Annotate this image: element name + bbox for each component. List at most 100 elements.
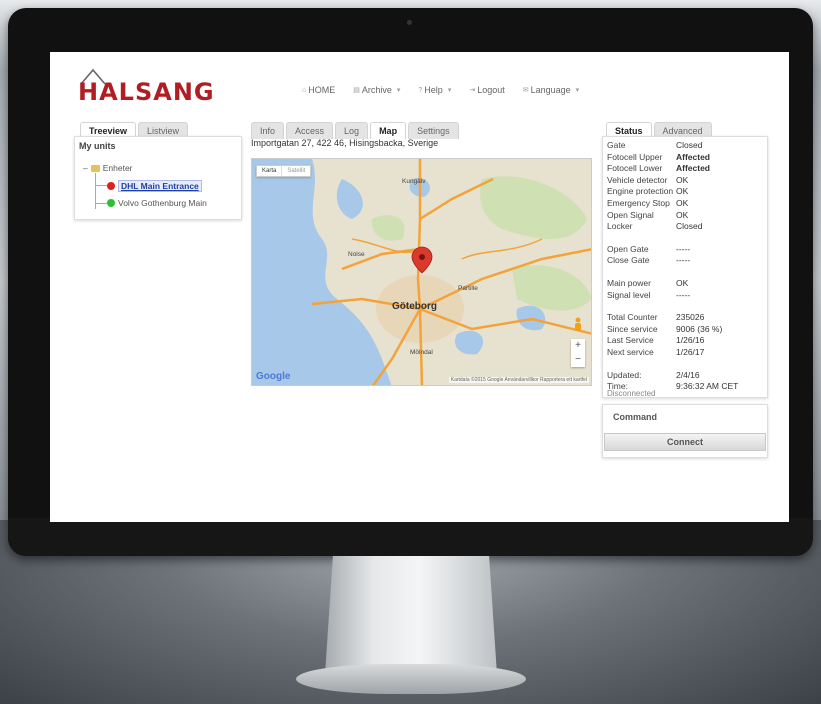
status-value: 235026 [676, 312, 705, 323]
monitor-stand [325, 556, 497, 668]
status-row: Vehicle detector OK [607, 175, 767, 185]
status-key: Since service [607, 323, 658, 334]
status-row: Fotocell Lower Affected [607, 163, 767, 173]
nav-archive[interactable]: ▤ Archive ▾ [353, 85, 400, 95]
status-value: ----- [676, 243, 691, 254]
zoom-in-button[interactable]: + [571, 339, 585, 353]
center-tab-settings[interactable]: Settings [408, 122, 459, 139]
map-place-label: Nolse [348, 251, 365, 258]
status-key: Locker [607, 221, 633, 232]
tree-unit-dhl-main-entrance[interactable]: DHL Main Entrance [107, 180, 202, 192]
center-tab-access[interactable]: Access [286, 122, 334, 139]
map-copyright[interactable]: Kartdata ©2015 Google Användarvillkor Ra… [448, 377, 589, 383]
map-place-label: Kungälv [402, 178, 426, 185]
center-tab-info[interactable]: Info [251, 122, 285, 139]
monitor-chin [8, 518, 813, 556]
status-key: Main power [607, 278, 651, 288]
help-icon: ? [418, 86, 423, 94]
nav-help[interactable]: ? Help ▾ [418, 85, 451, 95]
status-panel: Disconnected Gate Closed Fotocell Upper Aff… [602, 136, 768, 398]
status-value: 1/26/16 [676, 335, 705, 346]
unit-label: DHL Main Entrance [118, 180, 202, 192]
nav-label: Logout [477, 85, 505, 95]
status-value: ----- [676, 255, 691, 266]
street-view-icon[interactable] [573, 317, 583, 333]
nav-label: Language [530, 85, 571, 95]
map-view[interactable]: Göteborg Kungälv Nolse Mölndal Partille … [251, 158, 592, 386]
status-value: ----- [676, 289, 691, 300]
collapse-toggle[interactable]: – [83, 163, 88, 173]
status-value: 2/4/16 [676, 369, 700, 380]
language-icon: ✉ [522, 87, 529, 94]
status-key: Gate [607, 140, 626, 150]
status-value: 9:36:32 AM CET [676, 381, 739, 392]
archive-icon: ▤ [353, 87, 360, 94]
nav-label: Archive [361, 85, 392, 95]
status-value: Affected [676, 163, 711, 174]
status-key: Time: [607, 381, 628, 392]
tree-connector [95, 185, 107, 186]
zoom-out-button[interactable]: − [571, 353, 585, 367]
status-row: Open Gate ----- [607, 244, 767, 254]
my-units-heading: My units [79, 141, 116, 151]
status-value: 1/26/17 [676, 347, 705, 357]
tree-unit-volvo-gothenburg-main[interactable]: Volvo Gothenburg Main [107, 198, 207, 208]
status-row: Emergency Stop OK [607, 198, 767, 208]
main-nav: ⌂ HOME ▤ Archive ▾? Help ▾ ⇥ Logout ✉ Language ▾ [302, 85, 579, 95]
nav-home[interactable]: ⌂ HOME [302, 85, 335, 95]
status-value: OK [676, 174, 689, 185]
status-value: 9006 (36 %) [676, 323, 723, 334]
status-row: Fotocell Upper Affected [607, 152, 767, 162]
center-tab-map[interactable]: Map [370, 122, 407, 139]
status-key: Vehicle detector [607, 174, 668, 185]
status-key: Engine protection [607, 186, 674, 197]
center-tabs: Info Access Log Map Settings [251, 122, 459, 139]
map-type-toggle[interactable]: Karta Satellit [256, 165, 312, 177]
status-row: Updated: 2/4/16 [607, 370, 767, 380]
status-row: Engine protection OK [607, 186, 767, 196]
folder-icon [90, 164, 100, 172]
unit-label: Volvo Gothenburg Main [118, 198, 207, 208]
status-row: Open Signal OK [607, 210, 767, 220]
map-place-label: Partille [458, 285, 478, 292]
status-row: Locker Closed [607, 221, 767, 231]
status-key: Open Signal [607, 209, 654, 220]
nav-label: Help [424, 85, 443, 95]
status-row: Close Gate ----- [607, 255, 767, 265]
status-key: Updated: [607, 369, 642, 380]
status-key: Total Counter [607, 312, 658, 323]
chevron-down-icon: ▾ [447, 87, 452, 94]
tree-root[interactable]: – Enheter [83, 163, 133, 173]
status-key: Last Service [607, 335, 654, 346]
monitor-stand-base [296, 664, 526, 694]
status-row: Next service 1/26/17 [607, 347, 767, 357]
status-key: Emergency Stop [607, 198, 670, 208]
map-place-label: Mölndal [410, 349, 433, 356]
brand-name: HALSANG [78, 78, 215, 106]
status-key: Next service [607, 347, 654, 357]
center-tab-log[interactable]: Log [335, 122, 369, 139]
status-row: Signal level ----- [607, 290, 767, 300]
command-panel: Command Connect [602, 404, 768, 458]
status-value: OK [676, 186, 689, 197]
status-value: OK [676, 198, 689, 208]
status-key: Fotocell Lower [607, 163, 663, 174]
status-key: Open Gate [607, 243, 649, 254]
nav-language[interactable]: ✉ Language ▾ [523, 85, 579, 95]
google-logo[interactable]: Google [256, 371, 290, 382]
status-key: Close Gate [607, 255, 650, 266]
status-value: OK [676, 209, 689, 220]
unit-tree-panel: My units – Enheter DHL Main Entrance Vol… [74, 136, 242, 220]
nav-logout[interactable]: ⇥ Logout [469, 85, 504, 95]
status-row: Last Service 1/26/16 [607, 335, 767, 345]
status-value: Affected [676, 151, 711, 162]
map-canvas[interactable]: Göteborg Kungälv Nolse Mölndal Partille [252, 159, 592, 386]
chevron-down-icon: ▾ [396, 87, 401, 94]
chevron-down-icon: ▾ [575, 87, 580, 94]
map-type-satellite[interactable]: Satellit [281, 166, 310, 176]
connect-button[interactable]: Connect [604, 433, 766, 451]
unit-address: Importgatan 27, 422 46, Hisingsbacka, Sv… [251, 138, 439, 148]
status-key: Signal level [607, 289, 651, 300]
map-type-map[interactable]: Karta [257, 166, 281, 176]
halsang-logo[interactable]: HALSANG [78, 68, 248, 106]
